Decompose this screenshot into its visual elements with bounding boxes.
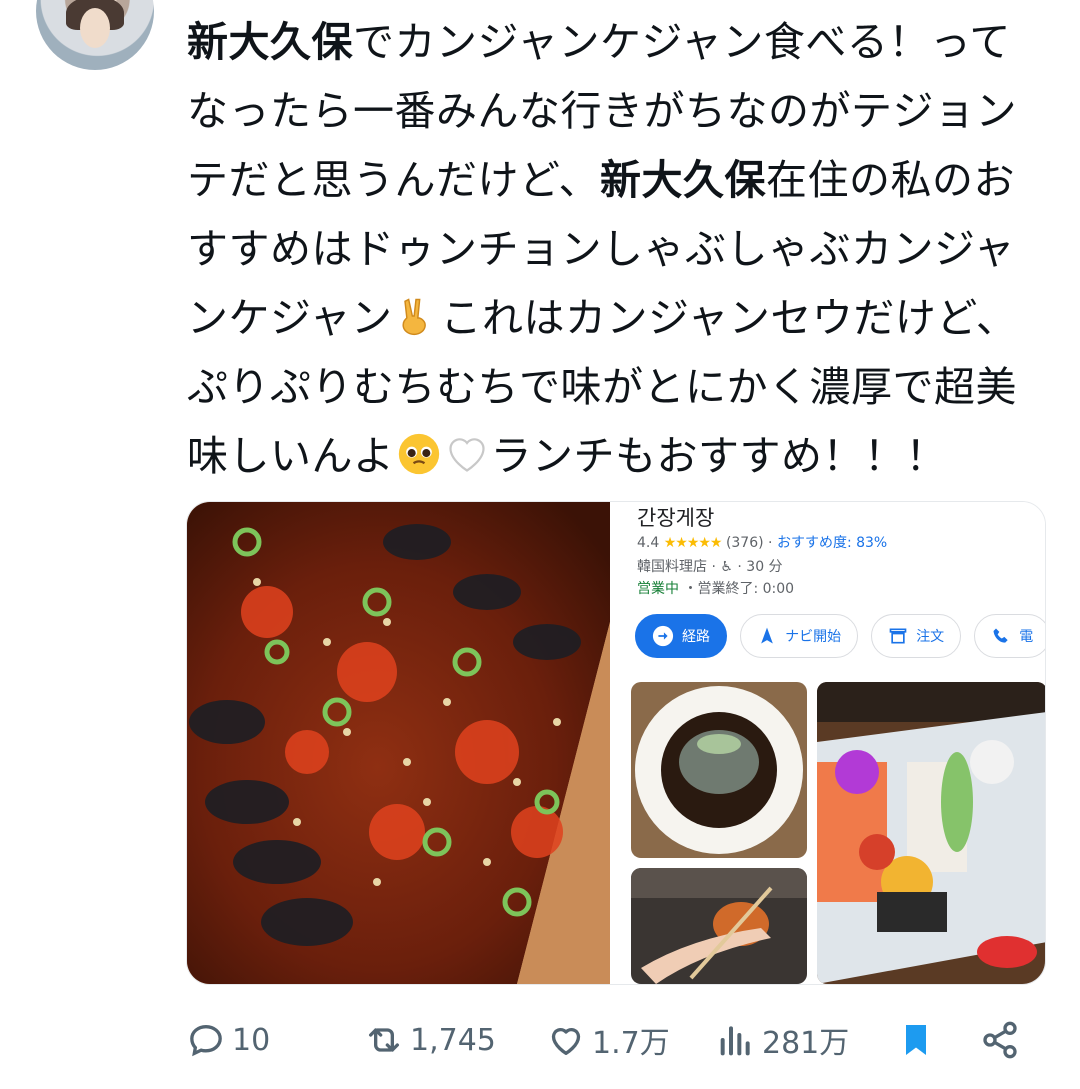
victory-hand-icon — [394, 290, 438, 336]
phone-icon — [993, 628, 1008, 643]
crab-bowl-thumbnail[interactable] — [631, 682, 807, 858]
maps-place-title[interactable]: 간장게장 — [637, 502, 714, 532]
directions-icon — [652, 625, 674, 647]
share-icon — [983, 1021, 1017, 1059]
maps-rating-row: 4.4 ★★★★★ (376) · おすすめ度: 83% — [637, 535, 888, 551]
order-label: 注文 — [916, 629, 945, 645]
crab-chopsticks-thumbnail[interactable] — [631, 868, 807, 984]
order-button[interactable]: 注文 — [871, 614, 962, 658]
tweet-bold-segment: 新大久保 — [187, 18, 353, 66]
walk-time: 30 分 — [746, 559, 783, 575]
pleading-face-icon — [397, 428, 441, 475]
review-count: (376) — [725, 535, 764, 551]
share-button[interactable] — [980, 1016, 1020, 1064]
tweet-text: 新大久保でカンジャンケジャン食べる！ってなったら一番みんな行きがちなのがテジョン… — [187, 8, 1047, 491]
reply-button[interactable]: 10 — [186, 1016, 270, 1064]
analytics-icon — [720, 1026, 750, 1056]
route-label: 経路 — [682, 629, 710, 645]
avatar[interactable] — [36, 0, 154, 70]
tweet-media[interactable]: 간장게장 4.4 ★★★★★ (376) · おすすめ度: 83% 韓国料理店 … — [186, 501, 1046, 985]
call-label: 電 — [1019, 629, 1034, 645]
navigate-label: ナビ開始 — [785, 629, 842, 645]
maps-meta-row: 韓国料理店 · ♿ · 30 分 — [637, 559, 783, 575]
wheelchair-icon: ♿ — [720, 559, 733, 575]
bookmark-icon — [906, 1025, 926, 1055]
reply-count: 10 — [232, 1022, 271, 1058]
maps-status-row: 営業中 ・営業終了: 0:00 — [637, 578, 794, 598]
reply-icon — [190, 1024, 222, 1057]
white-heart-icon — [445, 428, 489, 472]
route-button[interactable]: 経路 — [635, 614, 727, 658]
recommend-score: おすすめ度: 83% — [776, 535, 888, 551]
store-icon — [889, 628, 907, 644]
star-icons: ★★★★★ — [663, 535, 723, 551]
open-status: 営業中 — [637, 581, 679, 597]
retweet-icon — [369, 1028, 399, 1052]
maps-button-row: 経路 ナビ開始 注文 電 — [635, 614, 1045, 660]
call-button[interactable]: 電 — [974, 614, 1045, 658]
bookmark-button[interactable] — [896, 1016, 936, 1064]
rating-value: 4.4 — [637, 535, 660, 551]
maps-card[interactable]: 간장게장 4.4 ★★★★★ (376) · おすすめ度: 83% 韓国料理店 … — [621, 502, 1045, 984]
sashimi-platter-thumbnail[interactable] — [817, 682, 1046, 984]
view-count: 281万 — [762, 1026, 850, 1061]
like-button[interactable]: 1.7万 — [546, 1016, 670, 1064]
navigate-button[interactable]: ナビ開始 — [740, 614, 859, 658]
close-time: ・営業終了: 0:00 — [683, 581, 795, 597]
views-button[interactable]: 281万 — [716, 1016, 849, 1064]
shrimp-photo[interactable] — [187, 502, 610, 984]
avatar-face — [80, 8, 110, 48]
navigation-arrow-icon — [761, 627, 773, 644]
retweet-button[interactable]: 1,745 — [364, 1016, 496, 1064]
heart-icon — [551, 1027, 581, 1055]
tweet-text-segment: ランチもおすすめ！！！ — [490, 432, 947, 480]
like-count: 1.7万 — [592, 1026, 670, 1061]
tweet-bold-segment: 新大久保 — [599, 156, 766, 204]
category-label: 韓国料理店 — [637, 559, 707, 575]
tweet-action-bar: 10 1,745 1.7万 281万 — [186, 1016, 1036, 1064]
retweet-count: 1,745 — [410, 1022, 496, 1058]
